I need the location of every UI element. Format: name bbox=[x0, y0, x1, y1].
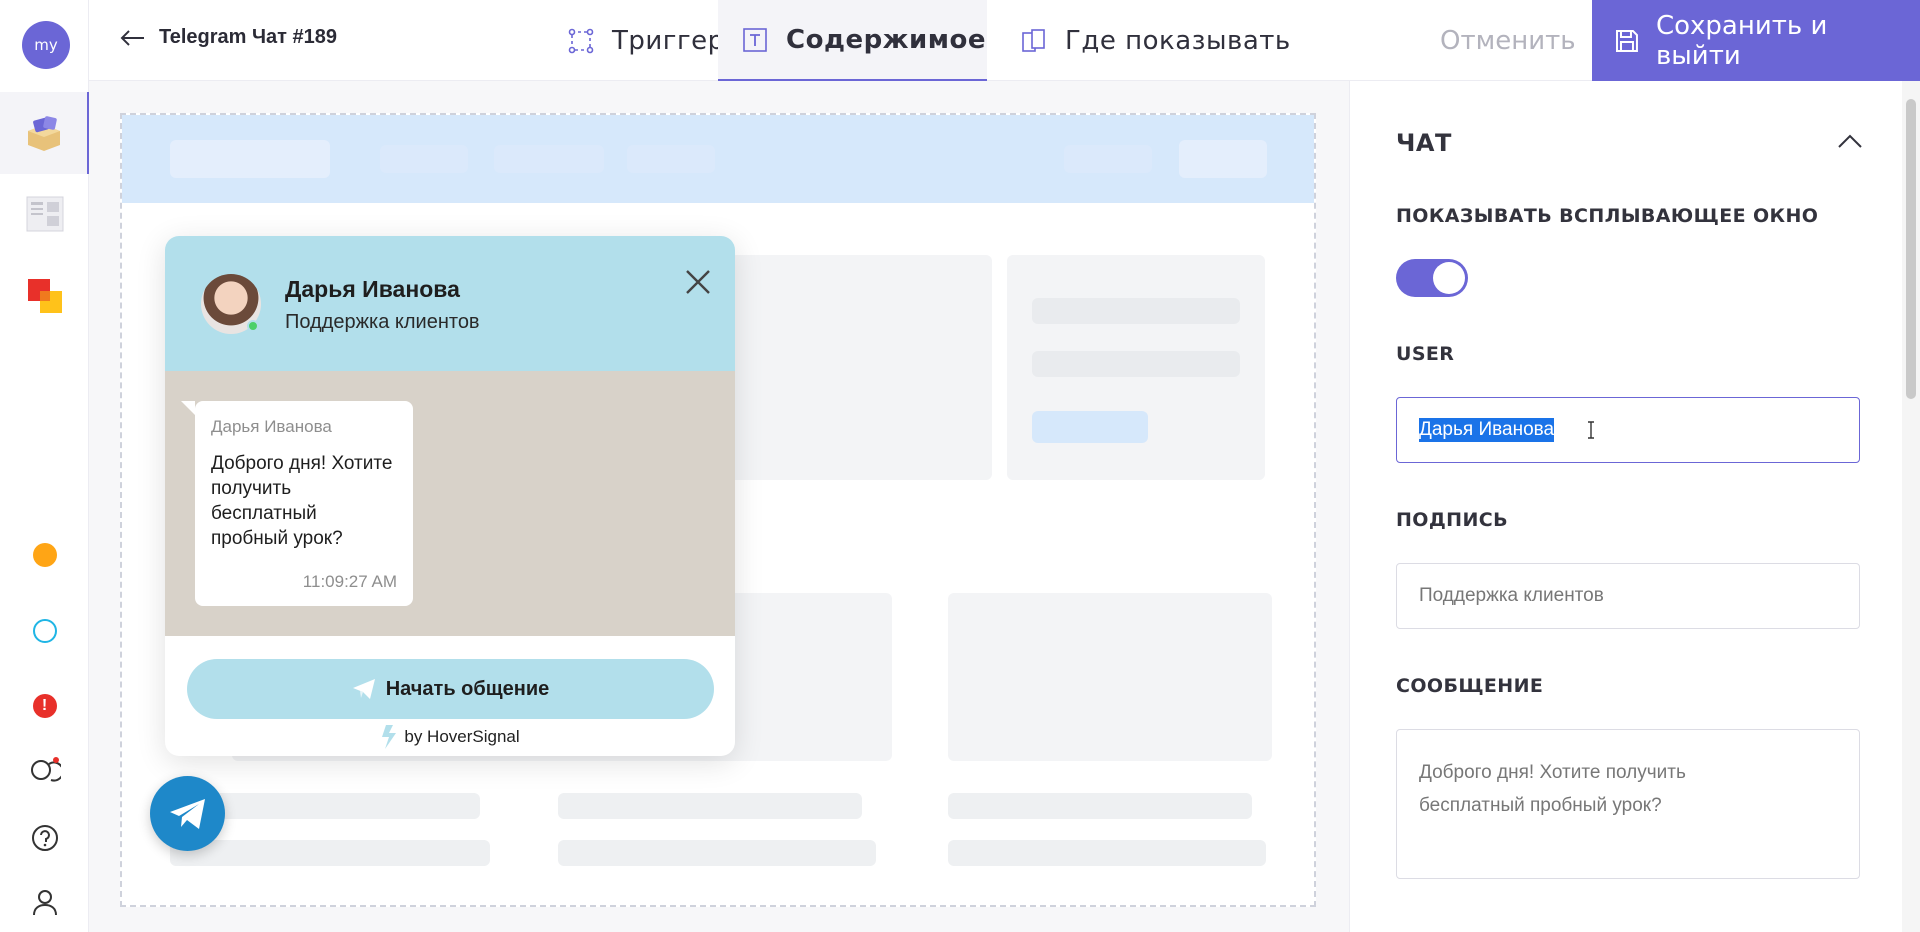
sidebar-item-help[interactable] bbox=[0, 808, 89, 868]
left-sidebar: my ! bbox=[0, 0, 89, 932]
help-icon bbox=[31, 825, 58, 851]
user-icon bbox=[32, 890, 57, 916]
widgets-icon bbox=[27, 116, 60, 151]
user-input[interactable]: Дарья Иванова bbox=[1396, 397, 1860, 463]
collapse-section-button[interactable] bbox=[1837, 133, 1863, 154]
show-popup-label: ПОКАЗЫВАТЬ ВСПЛЫВАЮЩЕЕ ОКНО bbox=[1396, 205, 1819, 227]
settings-panel: ЧАТ ПОКАЗЫВАТЬ ВСПЛЫВАЮЩЕЕ ОКНО USER Дар… bbox=[1349, 81, 1902, 932]
paper-plane-icon bbox=[352, 679, 375, 699]
show-popup-toggle[interactable] bbox=[1396, 259, 1468, 297]
text-cursor-icon bbox=[1588, 421, 1595, 439]
alert-icon: ! bbox=[32, 694, 57, 718]
message-time: 11:09:27 AM bbox=[302, 572, 397, 591]
message-label: СООБЩЕНИЕ bbox=[1396, 675, 1544, 697]
circle-icon bbox=[32, 619, 57, 643]
panel-scrollbar[interactable] bbox=[1902, 81, 1920, 932]
pages-icon bbox=[1022, 28, 1045, 52]
page-title: Telegram Чат #189 bbox=[159, 26, 338, 48]
sidebar-item-shapes[interactable] bbox=[0, 266, 89, 326]
telegram-icon bbox=[169, 798, 205, 829]
sidebar-item-alert[interactable]: ! bbox=[0, 676, 89, 736]
signature-input[interactable]: Поддержка клиентов bbox=[1396, 563, 1860, 629]
save-and-exit-button[interactable]: Сохранить и выйти bbox=[1592, 0, 1920, 81]
text-icon bbox=[743, 27, 767, 52]
tab-content[interactable]: Содержимое bbox=[718, 0, 987, 81]
widget-header: Дарья Иванова Поддержка клиентов bbox=[165, 236, 735, 371]
mockup-header bbox=[122, 115, 1314, 203]
widget-chat-body: Дарья Иванова Доброго дня! Хотите получи… bbox=[165, 371, 735, 636]
telegram-launcher-button[interactable] bbox=[150, 776, 225, 851]
orange-dot-icon bbox=[32, 543, 57, 567]
scrollbar-thumb[interactable] bbox=[1906, 99, 1916, 399]
message-textarea[interactable]: Доброго дня! Хотите получить бесплатный … bbox=[1396, 729, 1860, 879]
message-textarea-value: Доброго дня! Хотите получить бесплатный … bbox=[1419, 762, 1686, 816]
chevron-up-icon bbox=[1838, 134, 1862, 148]
cancel-button[interactable]: Отменить bbox=[1440, 0, 1576, 81]
sidebar-item-profile[interactable] bbox=[0, 872, 89, 932]
back-link[interactable]: Telegram Чат #189 bbox=[119, 26, 337, 49]
tab-where-to-show[interactable]: Где показывать bbox=[1001, 0, 1311, 81]
trigger-icon bbox=[568, 28, 594, 53]
sidebar-item-orange[interactable] bbox=[0, 525, 89, 585]
save-label: Сохранить и выйти bbox=[1655, 10, 1828, 71]
widget-close-button[interactable] bbox=[680, 264, 716, 300]
top-bar: Telegram Чат #189 Триггер Содержимое Где… bbox=[89, 0, 1920, 81]
signature-input-value: Поддержка клиентов bbox=[1419, 585, 1604, 606]
sidebar-item-pages[interactable] bbox=[0, 184, 89, 244]
chat-icon bbox=[30, 757, 61, 782]
online-status-dot bbox=[247, 320, 259, 332]
agent-name: Дарья Иванова bbox=[285, 276, 460, 302]
message-bubble: Дарья Иванова Доброго дня! Хотите получи… bbox=[181, 401, 413, 606]
user-avatar[interactable]: my bbox=[22, 21, 70, 69]
arrow-left-icon[interactable] bbox=[119, 29, 145, 47]
start-chat-button[interactable]: Начать общение bbox=[187, 659, 714, 719]
agent-subtitle: Поддержка клиентов bbox=[285, 311, 480, 333]
tab-where-label: Где показывать bbox=[1065, 25, 1291, 56]
floppy-icon bbox=[1615, 29, 1638, 52]
lightning-icon bbox=[382, 725, 397, 749]
branding-text: by HoverSignal bbox=[404, 727, 520, 746]
sidebar-item-chat[interactable] bbox=[0, 741, 89, 801]
branding[interactable]: by HoverSignal bbox=[165, 724, 735, 750]
toggle-knob bbox=[1433, 262, 1465, 294]
user-input-value: Дарья Иванова bbox=[1419, 418, 1555, 442]
preview-canvas: Дарья Иванова Поддержка клиентов Дарья И… bbox=[89, 81, 1349, 932]
sidebar-item-circle[interactable] bbox=[0, 601, 89, 661]
sidebar-item-widgets[interactable] bbox=[0, 92, 89, 174]
section-title: ЧАТ bbox=[1396, 129, 1452, 157]
tab-content-label: Содержимое bbox=[786, 24, 987, 55]
close-icon bbox=[686, 270, 710, 294]
tab-trigger-label: Триггер bbox=[612, 25, 725, 56]
user-label: USER bbox=[1396, 343, 1455, 365]
message-author: Дарья Иванова bbox=[211, 417, 332, 436]
page-icon bbox=[26, 196, 63, 232]
chat-widget-preview: Дарья Иванова Поддержка клиентов Дарья И… bbox=[165, 236, 735, 756]
signature-label: ПОДПИСЬ bbox=[1396, 509, 1509, 531]
shapes-icon bbox=[27, 279, 62, 313]
message-text: Доброго дня! Хотите получить бесплатный … bbox=[211, 453, 393, 549]
start-chat-label: Начать общение bbox=[385, 677, 550, 700]
